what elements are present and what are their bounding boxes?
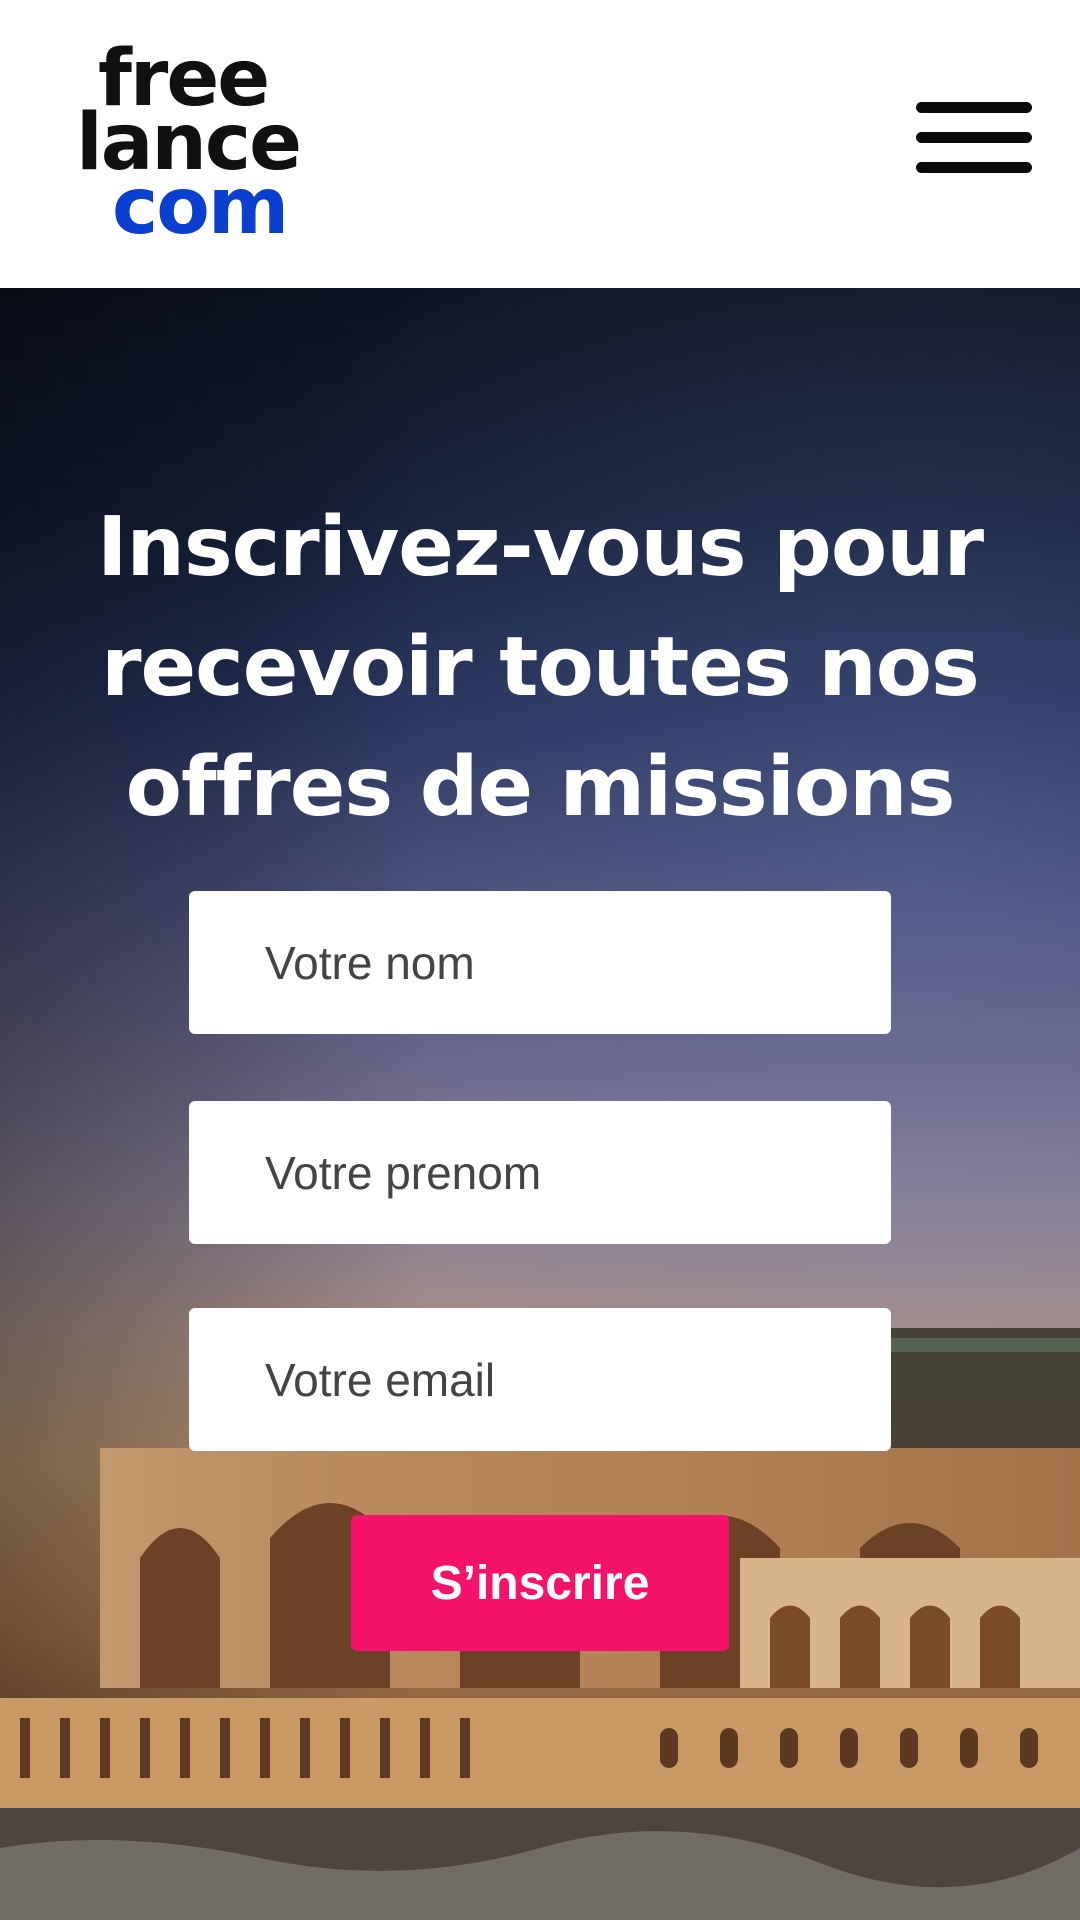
subscribe-button[interactable]: S’inscrire [351, 1515, 729, 1651]
firstname-input[interactable] [189, 1101, 891, 1244]
site-header: free lance com [0, 0, 1080, 288]
hamburger-menu-icon[interactable] [912, 98, 1036, 178]
menu-bar [916, 102, 1032, 113]
menu-bar [916, 162, 1032, 173]
name-input[interactable] [189, 891, 891, 1034]
seawall-illustration [0, 1698, 1080, 1920]
logo-text-com: com [112, 162, 289, 252]
email-input[interactable] [189, 1308, 891, 1451]
freelance-com-logo[interactable]: free lance com [76, 40, 356, 250]
hero-title: Inscrivez-vous pour recevoir toutes nos … [96, 500, 984, 835]
hero-section: Inscrivez-vous pour recevoir toutes nos … [0, 288, 1080, 1920]
menu-bar [916, 132, 1032, 143]
